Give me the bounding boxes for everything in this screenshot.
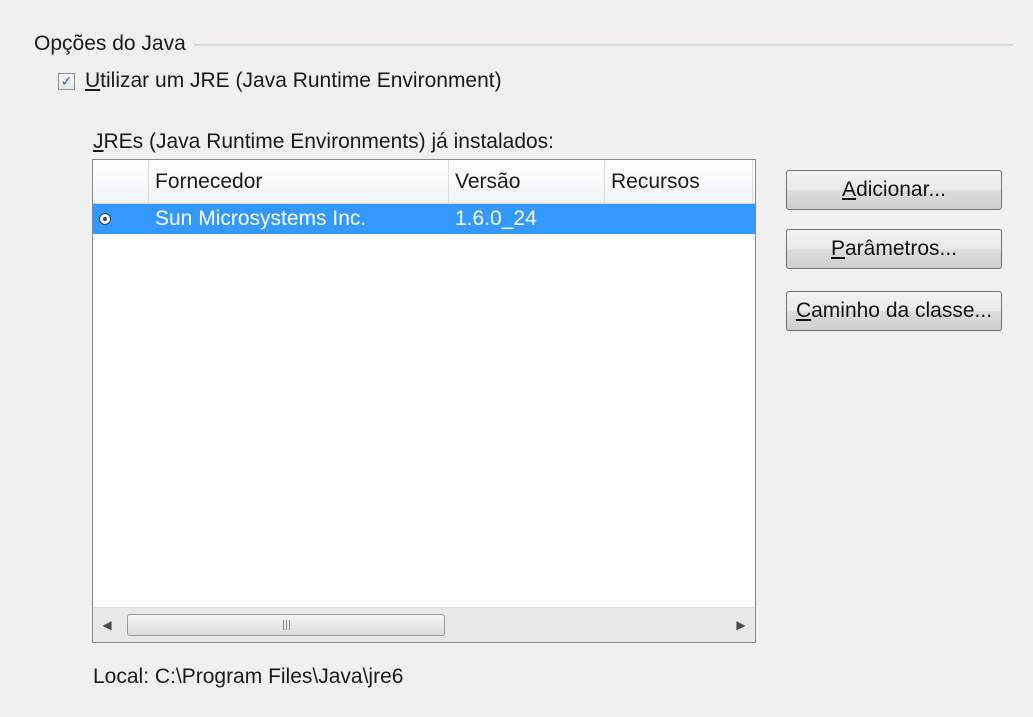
add-button[interactable]: Adicionar... [786,170,1002,210]
column-header-select[interactable] [93,160,149,203]
arrow-right-icon[interactable]: ▶ [727,608,755,642]
jre-list[interactable]: Fornecedor Versão Recursos Sun Microsyst… [92,159,756,643]
grip-icon [281,620,291,630]
column-header-vendor[interactable]: Fornecedor [149,160,449,203]
radio-selected-icon[interactable] [99,213,111,225]
checkmark-icon: ✓ [60,72,73,89]
horizontal-scrollbar[interactable]: ◀ ▶ [93,607,755,642]
arrow-left-icon[interactable]: ◀ [93,608,121,642]
scrollbar-thumb[interactable] [127,614,445,636]
parameters-button[interactable]: Parâmetros... [786,229,1002,269]
group-title: Opções do Java [34,30,194,58]
features-cell [605,204,753,234]
column-header-version[interactable]: Versão [449,160,605,203]
column-header-features[interactable]: Recursos [605,160,753,203]
classpath-button[interactable]: Caminho da classe... [786,291,1002,331]
installed-jres-label: JREs (Java Runtime Environments) já inst… [93,130,555,153]
vendor-cell: Sun Microsystems Inc. [155,207,367,230]
use-jre-checkbox[interactable]: ✓ Utilizar um JRE (Java Runtime Environm… [58,66,502,96]
version-cell: 1.6.0_24 [455,207,537,230]
list-header: Fornecedor Versão Recursos [93,160,755,204]
checkbox-box[interactable]: ✓ [58,72,75,90]
table-row[interactable]: Sun Microsystems Inc. 1.6.0_24 [93,204,755,234]
use-jre-label: Utilizar um JRE (Java Runtime Environmen… [85,69,502,92]
jre-location-text: Local: C:\Program Files\Java\jre6 [93,665,404,688]
